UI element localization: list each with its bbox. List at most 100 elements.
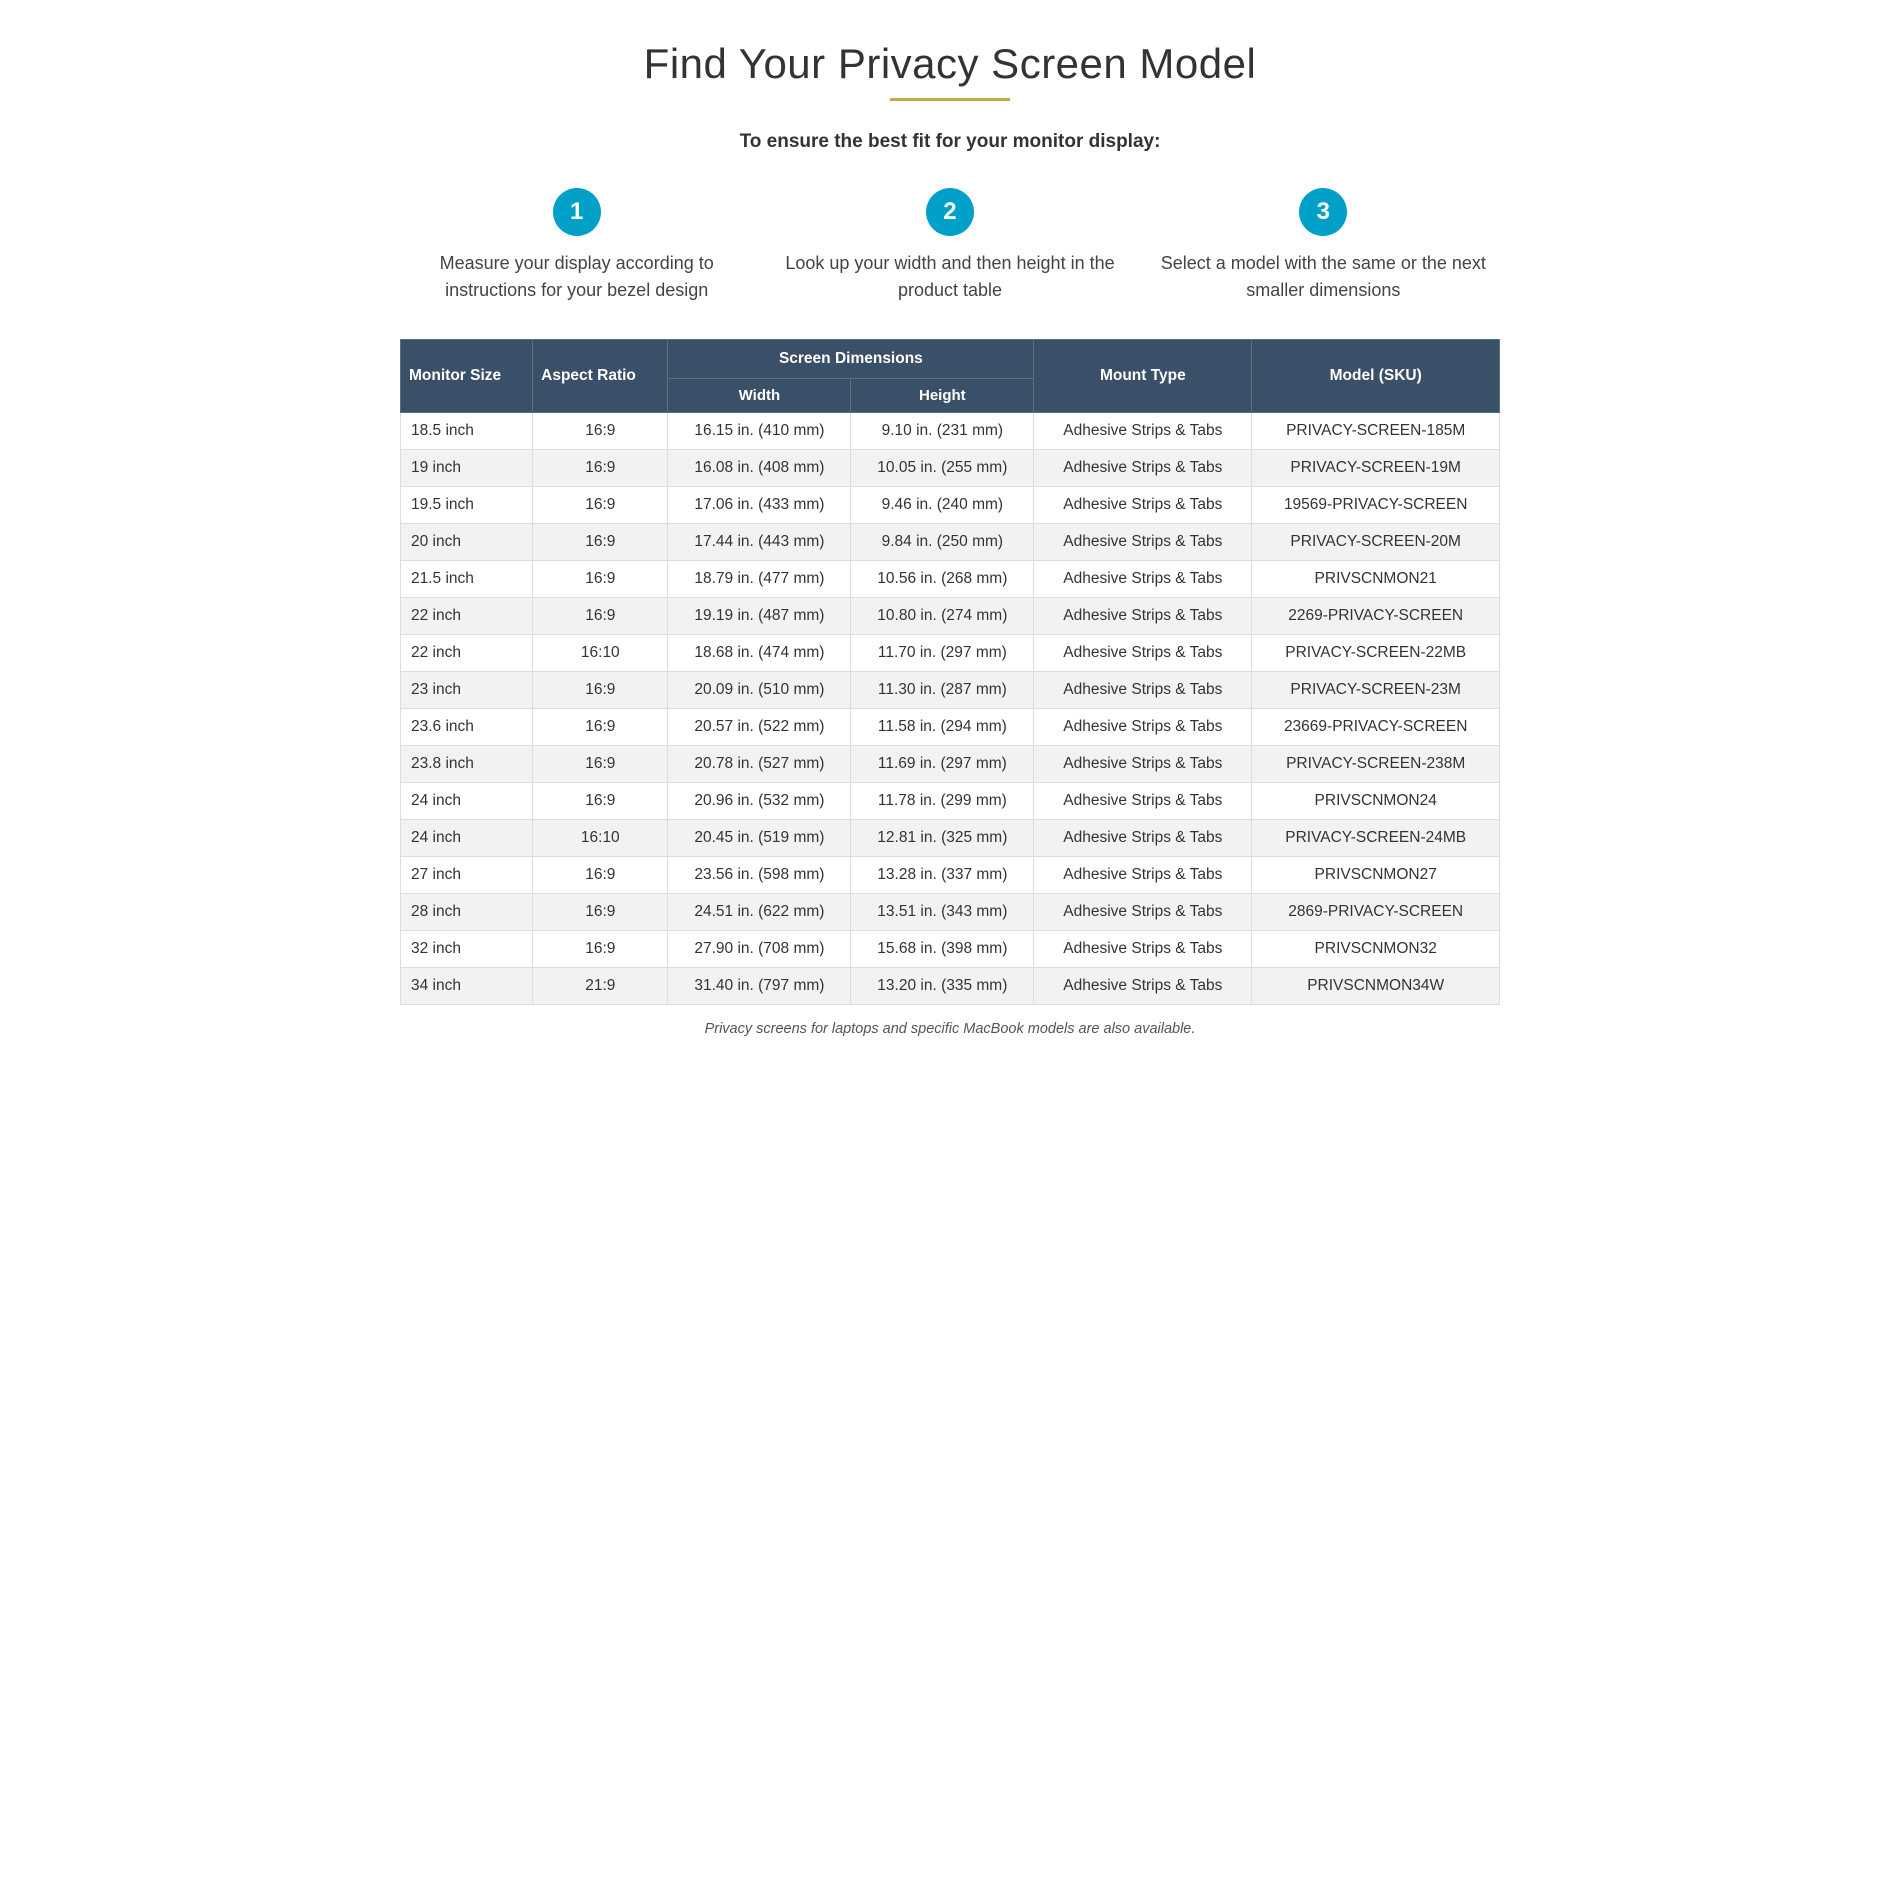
table-cell: 17.06 in. (433 mm) xyxy=(668,487,851,524)
table-cell: 16:9 xyxy=(533,709,668,746)
table-cell: PRIVACY-SCREEN-23M xyxy=(1252,672,1500,709)
footer-note: Privacy screens for laptops and specific… xyxy=(400,1021,1500,1037)
table-cell: Adhesive Strips & Tabs xyxy=(1034,709,1252,746)
table-cell: 16:9 xyxy=(533,561,668,598)
table-cell: Adhesive Strips & Tabs xyxy=(1034,524,1252,561)
table-cell: 11.78 in. (299 mm) xyxy=(851,783,1034,820)
table-cell: Adhesive Strips & Tabs xyxy=(1034,783,1252,820)
page-container: Find Your Privacy Screen Model To ensure… xyxy=(400,40,1500,1037)
step-1: 1 Measure your display according to inst… xyxy=(400,188,753,304)
table-row: 28 inch16:924.51 in. (622 mm)13.51 in. (… xyxy=(401,894,1500,931)
table-cell: 24 inch xyxy=(401,820,533,857)
table-cell: 21.5 inch xyxy=(401,561,533,598)
table-cell: 20.78 in. (527 mm) xyxy=(668,746,851,783)
table-cell: Adhesive Strips & Tabs xyxy=(1034,635,1252,672)
table-cell: 9.10 in. (231 mm) xyxy=(851,413,1034,450)
gold-divider xyxy=(890,98,1010,101)
table-row: 24 inch16:1020.45 in. (519 mm)12.81 in. … xyxy=(401,820,1500,857)
table-cell: 16:9 xyxy=(533,931,668,968)
table-cell: 20 inch xyxy=(401,524,533,561)
table-row: 23 inch16:920.09 in. (510 mm)11.30 in. (… xyxy=(401,672,1500,709)
table-cell: Adhesive Strips & Tabs xyxy=(1034,894,1252,931)
col-header-model-sku: Model (SKU) xyxy=(1252,340,1500,413)
table-cell: 16:9 xyxy=(533,894,668,931)
table-cell: PRIVSCNMON24 xyxy=(1252,783,1500,820)
table-cell: 16:9 xyxy=(533,413,668,450)
table-cell: 16:10 xyxy=(533,635,668,672)
table-row: 22 inch16:1018.68 in. (474 mm)11.70 in. … xyxy=(401,635,1500,672)
col-header-height: Height xyxy=(851,379,1034,413)
col-header-aspect-ratio: Aspect Ratio xyxy=(533,340,668,413)
product-table: Monitor Size Aspect Ratio Screen Dimensi… xyxy=(400,339,1500,1005)
table-row: 19 inch16:916.08 in. (408 mm)10.05 in. (… xyxy=(401,450,1500,487)
table-cell: 18.5 inch xyxy=(401,413,533,450)
table-row: 19.5 inch16:917.06 in. (433 mm)9.46 in. … xyxy=(401,487,1500,524)
table-cell: 19569-PRIVACY-SCREEN xyxy=(1252,487,1500,524)
table-cell: 23.56 in. (598 mm) xyxy=(668,857,851,894)
table-cell: 34 inch xyxy=(401,968,533,1005)
step-3: 3 Select a model with the same or the ne… xyxy=(1147,188,1500,304)
table-cell: 9.84 in. (250 mm) xyxy=(851,524,1034,561)
table-cell: Adhesive Strips & Tabs xyxy=(1034,820,1252,857)
table-row: 20 inch16:917.44 in. (443 mm)9.84 in. (2… xyxy=(401,524,1500,561)
table-cell: PRIVSCNMON34W xyxy=(1252,968,1500,1005)
table-cell: 20.57 in. (522 mm) xyxy=(668,709,851,746)
table-cell: 18.79 in. (477 mm) xyxy=(668,561,851,598)
table-cell: 16:9 xyxy=(533,450,668,487)
table-row: 24 inch16:920.96 in. (532 mm)11.78 in. (… xyxy=(401,783,1500,820)
table-cell: 11.69 in. (297 mm) xyxy=(851,746,1034,783)
step-2-text: Look up your width and then height in th… xyxy=(773,250,1126,304)
table-cell: 16:9 xyxy=(533,487,668,524)
table-cell: 28 inch xyxy=(401,894,533,931)
table-cell: 2269-PRIVACY-SCREEN xyxy=(1252,598,1500,635)
table-cell: 11.58 in. (294 mm) xyxy=(851,709,1034,746)
table-cell: 10.56 in. (268 mm) xyxy=(851,561,1034,598)
col-header-width: Width xyxy=(668,379,851,413)
table-cell: 23669-PRIVACY-SCREEN xyxy=(1252,709,1500,746)
table-cell: 9.46 in. (240 mm) xyxy=(851,487,1034,524)
table-cell: 19 inch xyxy=(401,450,533,487)
col-header-mount-type: Mount Type xyxy=(1034,340,1252,413)
table-cell: 13.28 in. (337 mm) xyxy=(851,857,1034,894)
col-header-monitor-size: Monitor Size xyxy=(401,340,533,413)
table-row: 18.5 inch16:916.15 in. (410 mm)9.10 in. … xyxy=(401,413,1500,450)
table-row: 27 inch16:923.56 in. (598 mm)13.28 in. (… xyxy=(401,857,1500,894)
table-cell: Adhesive Strips & Tabs xyxy=(1034,450,1252,487)
table-cell: 13.20 in. (335 mm) xyxy=(851,968,1034,1005)
table-cell: 18.68 in. (474 mm) xyxy=(668,635,851,672)
step-3-circle: 3 xyxy=(1299,188,1347,236)
page-title: Find Your Privacy Screen Model xyxy=(400,40,1500,88)
table-row: 23.8 inch16:920.78 in. (527 mm)11.69 in.… xyxy=(401,746,1500,783)
col-header-screen-dimensions: Screen Dimensions xyxy=(668,340,1034,379)
table-cell: 23.6 inch xyxy=(401,709,533,746)
step-2: 2 Look up your width and then height in … xyxy=(773,188,1126,304)
table-cell: 19.19 in. (487 mm) xyxy=(668,598,851,635)
table-cell: 31.40 in. (797 mm) xyxy=(668,968,851,1005)
table-cell: 19.5 inch xyxy=(401,487,533,524)
table-cell: 23.8 inch xyxy=(401,746,533,783)
table-cell: 13.51 in. (343 mm) xyxy=(851,894,1034,931)
table-cell: PRIVACY-SCREEN-24MB xyxy=(1252,820,1500,857)
table-row: 23.6 inch16:920.57 in. (522 mm)11.58 in.… xyxy=(401,709,1500,746)
table-cell: Adhesive Strips & Tabs xyxy=(1034,487,1252,524)
table-cell: PRIVACY-SCREEN-19M xyxy=(1252,450,1500,487)
table-cell: 16.08 in. (408 mm) xyxy=(668,450,851,487)
table-cell: 22 inch xyxy=(401,598,533,635)
table-cell: 23 inch xyxy=(401,672,533,709)
table-cell: 16:9 xyxy=(533,783,668,820)
table-cell: 24 inch xyxy=(401,783,533,820)
table-cell: PRIVACY-SCREEN-20M xyxy=(1252,524,1500,561)
table-cell: 11.30 in. (287 mm) xyxy=(851,672,1034,709)
subtitle: To ensure the best fit for your monitor … xyxy=(400,131,1500,153)
table-cell: Adhesive Strips & Tabs xyxy=(1034,931,1252,968)
table-cell: 16:10 xyxy=(533,820,668,857)
table-cell: Adhesive Strips & Tabs xyxy=(1034,746,1252,783)
step-1-circle: 1 xyxy=(553,188,601,236)
table-cell: 22 inch xyxy=(401,635,533,672)
table-cell: 2869-PRIVACY-SCREEN xyxy=(1252,894,1500,931)
table-cell: 17.44 in. (443 mm) xyxy=(668,524,851,561)
table-cell: 12.81 in. (325 mm) xyxy=(851,820,1034,857)
table-cell: 27.90 in. (708 mm) xyxy=(668,931,851,968)
table-cell: 16:9 xyxy=(533,524,668,561)
table-cell: Adhesive Strips & Tabs xyxy=(1034,857,1252,894)
